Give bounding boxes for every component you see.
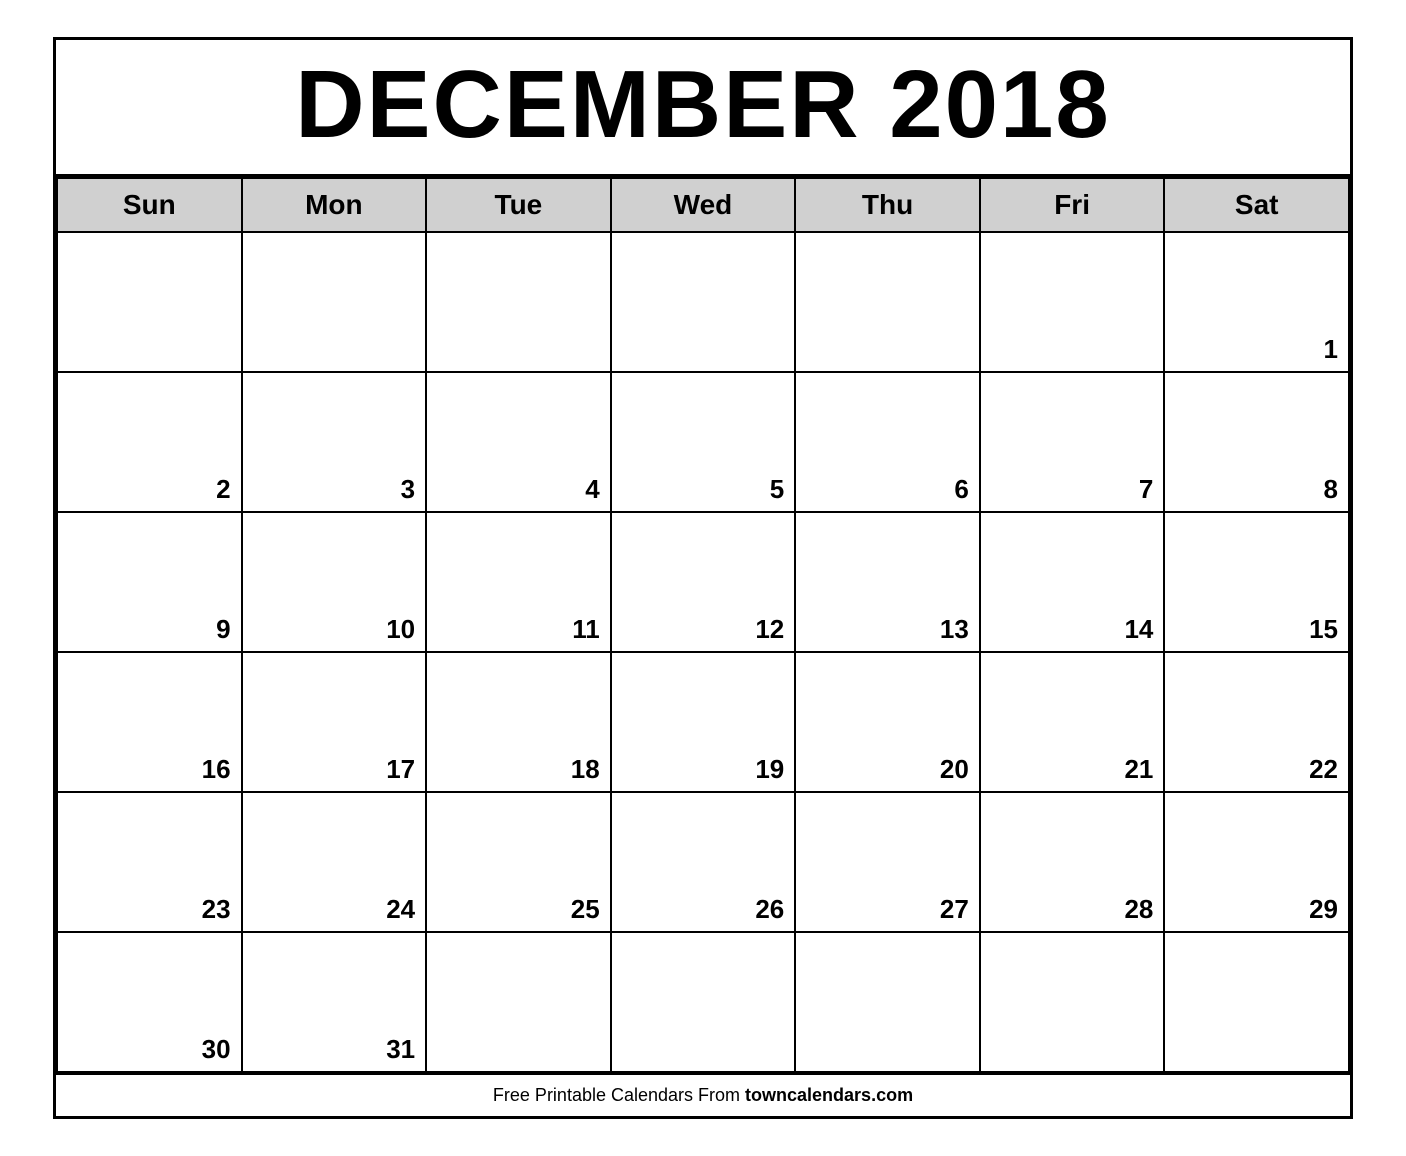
- calendar-day: 1: [1164, 232, 1349, 372]
- calendar-title: DECEMBER 2018: [56, 40, 1350, 177]
- day-headers-row: SunMonTueWedThuFriSat: [57, 178, 1349, 232]
- calendar-day: [57, 232, 242, 372]
- day-header-mon: Mon: [242, 178, 427, 232]
- calendar-day: [242, 232, 427, 372]
- calendar-day: [980, 232, 1165, 372]
- calendar-day: 4: [426, 372, 611, 512]
- calendar-day: 7: [980, 372, 1165, 512]
- calendar-container: DECEMBER 2018 SunMonTueWedThuFriSat 1234…: [53, 37, 1353, 1119]
- calendar-week-3: 9101112131415: [57, 512, 1349, 652]
- calendar-week-5: 23242526272829: [57, 792, 1349, 932]
- footer-link: towncalendars.com: [745, 1085, 913, 1105]
- calendar-day: 3: [242, 372, 427, 512]
- calendar-day: 13: [795, 512, 980, 652]
- calendar-day: 26: [611, 792, 796, 932]
- calendar-day: [611, 932, 796, 1072]
- calendar-day: 22: [1164, 652, 1349, 792]
- calendar-day: 20: [795, 652, 980, 792]
- calendar-day: 24: [242, 792, 427, 932]
- calendar-day: 29: [1164, 792, 1349, 932]
- calendar-day: 25: [426, 792, 611, 932]
- calendar-day: 31: [242, 932, 427, 1072]
- calendar-table: SunMonTueWedThuFriSat 123456789101112131…: [56, 177, 1350, 1073]
- calendar-day: 10: [242, 512, 427, 652]
- day-header-wed: Wed: [611, 178, 796, 232]
- calendar-day: 8: [1164, 372, 1349, 512]
- day-header-sat: Sat: [1164, 178, 1349, 232]
- calendar-week-4: 16171819202122: [57, 652, 1349, 792]
- calendar-week-6: 3031: [57, 932, 1349, 1072]
- calendar-week-1: 1: [57, 232, 1349, 372]
- calendar-footer: Free Printable Calendars From towncalend…: [56, 1073, 1350, 1116]
- calendar-day: 28: [980, 792, 1165, 932]
- day-header-thu: Thu: [795, 178, 980, 232]
- calendar-day: 18: [426, 652, 611, 792]
- calendar-day: 15: [1164, 512, 1349, 652]
- calendar-day: 16: [57, 652, 242, 792]
- calendar-day: 2: [57, 372, 242, 512]
- calendar-day: 6: [795, 372, 980, 512]
- calendar-day: 30: [57, 932, 242, 1072]
- calendar-day: 23: [57, 792, 242, 932]
- calendar-day: 17: [242, 652, 427, 792]
- calendar-day: 27: [795, 792, 980, 932]
- calendar-day: [611, 232, 796, 372]
- calendar-day: [1164, 932, 1349, 1072]
- day-header-tue: Tue: [426, 178, 611, 232]
- calendar-week-2: 2345678: [57, 372, 1349, 512]
- calendar-day: 21: [980, 652, 1165, 792]
- calendar-day: [426, 932, 611, 1072]
- calendar-day: [980, 932, 1165, 1072]
- calendar-day: 12: [611, 512, 796, 652]
- calendar-day: 19: [611, 652, 796, 792]
- calendar-day: [795, 232, 980, 372]
- day-header-fri: Fri: [980, 178, 1165, 232]
- footer-text: Free Printable Calendars From: [493, 1085, 745, 1105]
- calendar-day: 14: [980, 512, 1165, 652]
- calendar-day: 11: [426, 512, 611, 652]
- calendar-day: [795, 932, 980, 1072]
- calendar-day: 9: [57, 512, 242, 652]
- calendar-day: [426, 232, 611, 372]
- calendar-day: 5: [611, 372, 796, 512]
- day-header-sun: Sun: [57, 178, 242, 232]
